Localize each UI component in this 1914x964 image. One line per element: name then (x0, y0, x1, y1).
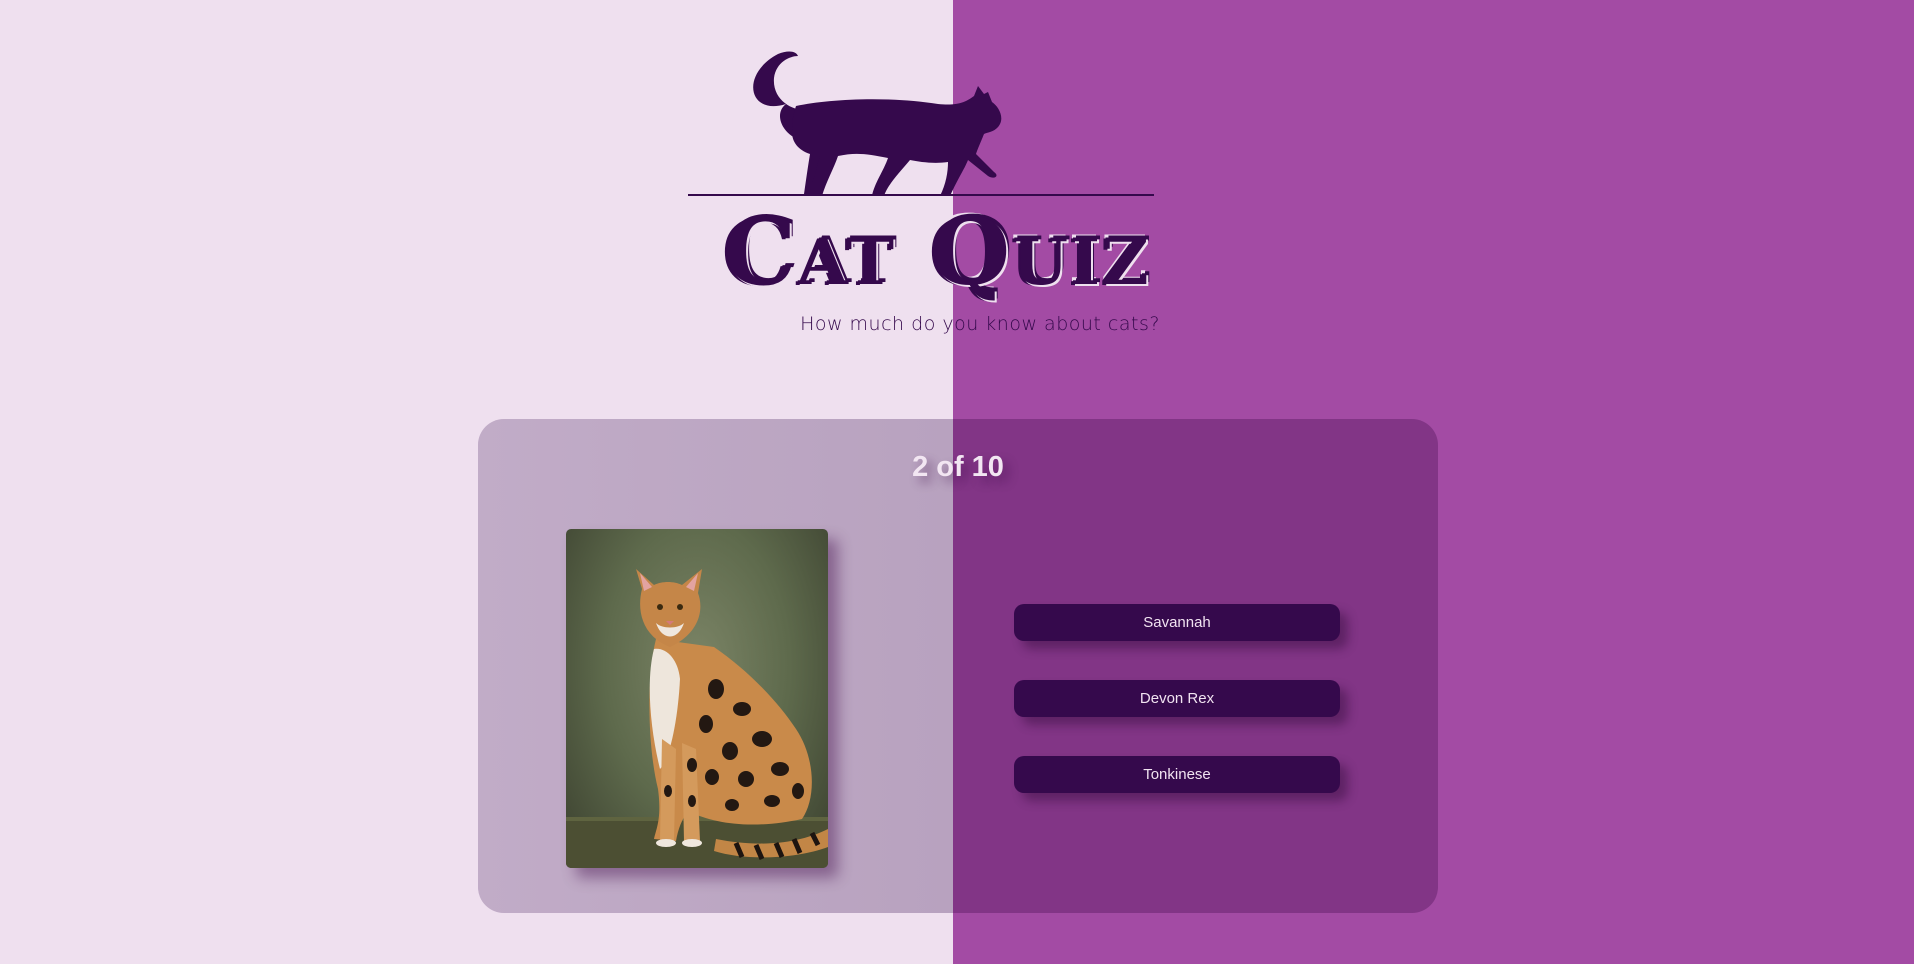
cat-logo-icon (688, 44, 1158, 200)
answer-button-tonkinese[interactable]: Tonkinese (1014, 756, 1340, 793)
page-title: Cat Quiz (723, 198, 1151, 306)
cat-photo (566, 529, 828, 868)
answer-button-savannah[interactable]: Savannah (1014, 604, 1340, 641)
question-counter: 2 of 10 (912, 451, 1004, 483)
answer-list: Savannah Devon Rex Tonkinese (1014, 604, 1340, 832)
quiz-card: 2 of 10 Savannah Devon Rex Tonkinese (478, 419, 1438, 913)
answer-button-devon-rex[interactable]: Devon Rex (1014, 680, 1340, 717)
page-subtitle: How much do you know about cats? (800, 313, 1160, 335)
